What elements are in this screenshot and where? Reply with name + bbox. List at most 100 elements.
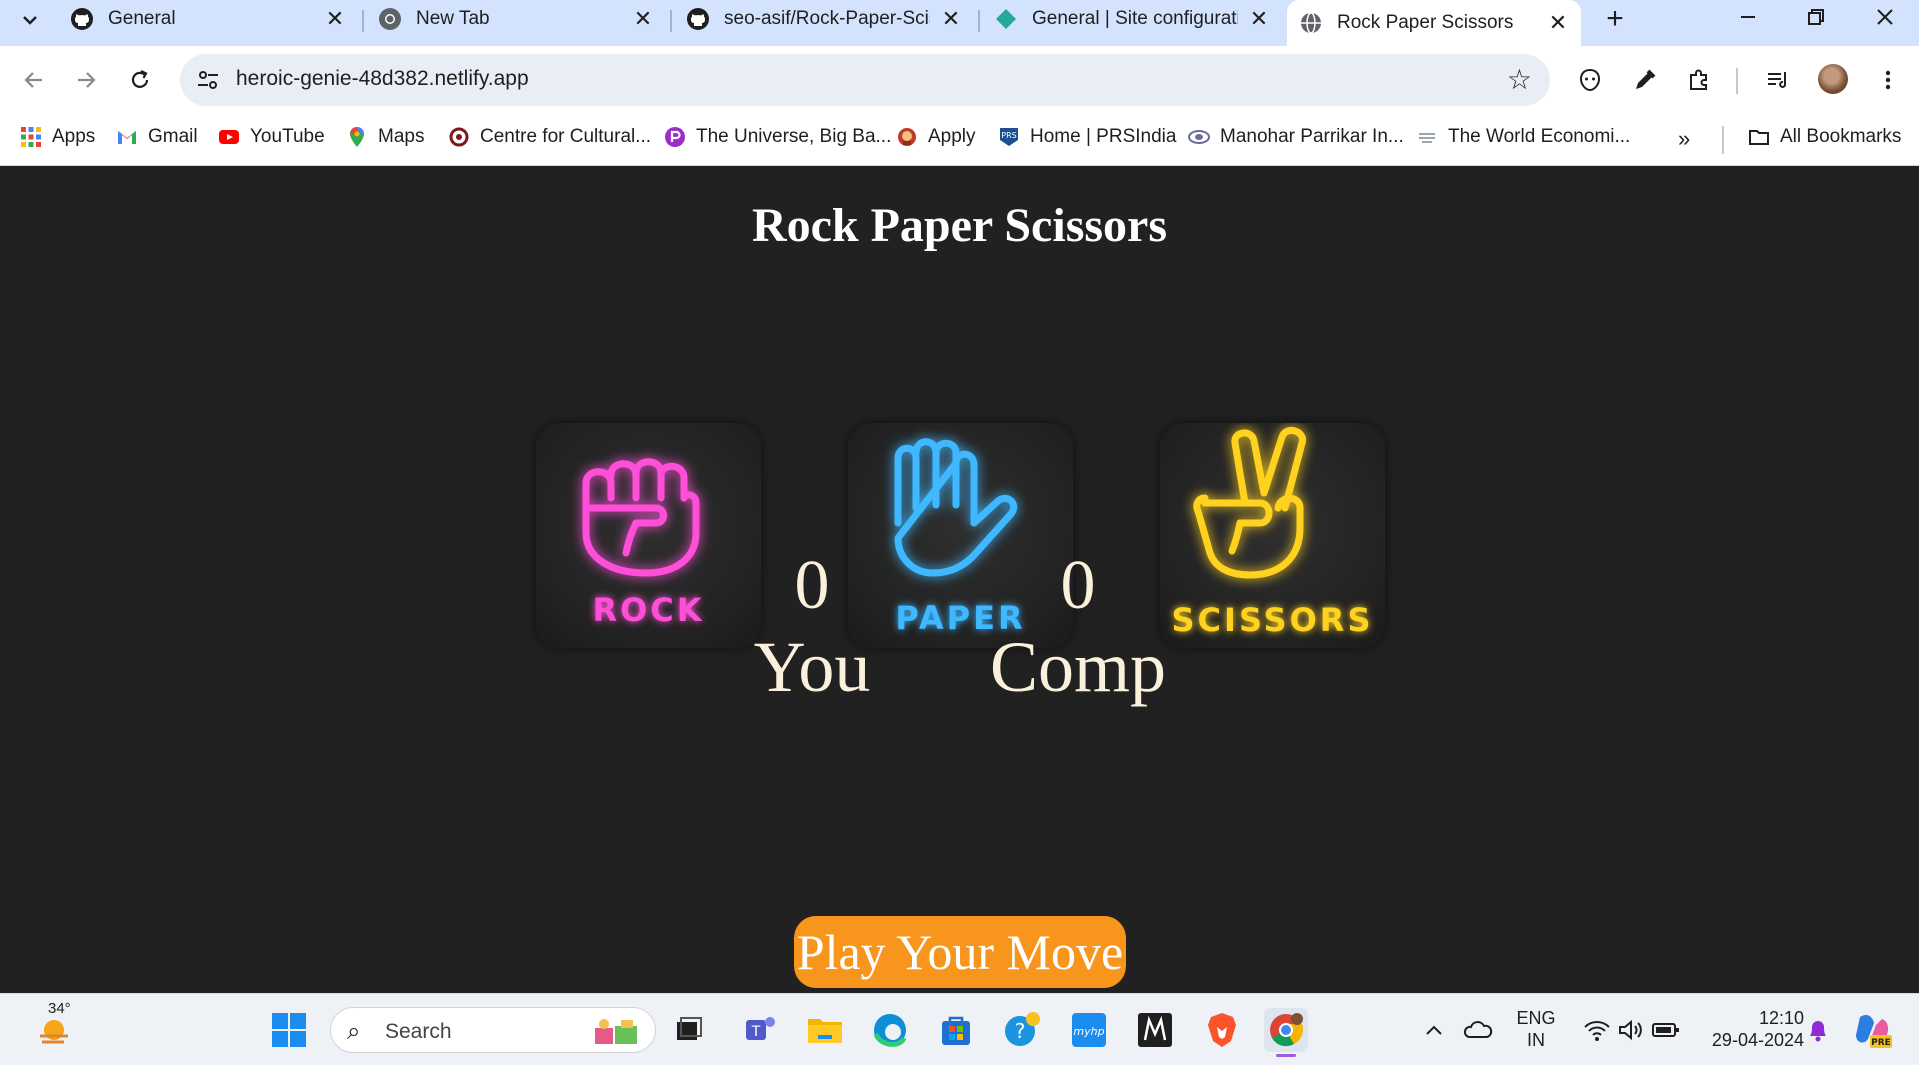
youtube-icon (219, 130, 239, 144)
github-icon (71, 8, 93, 30)
close-icon[interactable]: ✕ (324, 6, 346, 32)
onedrive-button[interactable] (1456, 1008, 1500, 1052)
more-bookmarks-button[interactable]: » (1678, 126, 1690, 152)
bookmark-youtube[interactable]: YouTube (218, 126, 325, 148)
netlify-icon (996, 9, 1016, 29)
close-icon[interactable]: ✕ (632, 6, 654, 32)
user-score-block: 0 You (712, 546, 912, 709)
windows-taskbar: 34° ⌕ Search T ? myhp ENG IN 12:10 29-04… (0, 993, 1919, 1065)
profile-avatar[interactable] (1818, 64, 1848, 94)
edge-button[interactable] (868, 1008, 912, 1052)
brave-lion-icon (1208, 1013, 1236, 1047)
eyedropper-icon (1636, 69, 1656, 89)
weather-widget[interactable]: 34° (24, 1000, 84, 1052)
teams-icon: T (746, 1017, 775, 1040)
playlist-icon (1768, 72, 1786, 88)
teams-button[interactable]: T (738, 1008, 782, 1052)
close-icon[interactable]: ✕ (1547, 10, 1569, 36)
bookmark-ccrt[interactable]: Centre for Cultural... (448, 126, 651, 148)
minimize-button[interactable] (1718, 0, 1778, 34)
task-view-button[interactable] (667, 1008, 711, 1052)
extensions-button[interactable] (1683, 64, 1715, 96)
forward-button[interactable] (66, 60, 106, 100)
language-indicator[interactable]: ENG IN (1508, 1007, 1564, 1051)
gmail-icon (118, 131, 136, 144)
tab-rock-paper-scissors[interactable]: Rock Paper Scissors ✕ (1287, 0, 1581, 46)
minimize-icon (1741, 16, 1755, 18)
myhp-icon: myhp (1072, 1013, 1106, 1047)
tab-search-button[interactable] (10, 4, 50, 36)
bookmark-wef[interactable]: The World Economi... (1416, 126, 1630, 148)
get-help-button[interactable]: ? (1000, 1008, 1044, 1052)
tab-general[interactable]: General ✕ (58, 0, 358, 38)
arrow-left-icon (24, 72, 42, 88)
language-line1: ENG (1516, 1008, 1556, 1028)
m-logo-icon (1138, 1013, 1172, 1047)
bookmark-idsa[interactable]: Manohar Parrikar In... (1188, 126, 1404, 148)
bookmark-apps[interactable]: Apps (20, 126, 95, 148)
start-button[interactable] (267, 1008, 311, 1052)
speaker-icon (1619, 1019, 1642, 1041)
apps-grid-icon (21, 127, 41, 147)
extension-toolbar-button[interactable] (1574, 64, 1606, 96)
bookmark-prsindia[interactable]: PRS Home | PRSIndia (998, 126, 1176, 148)
tab-title: seo-asif/Rock-Paper-Scis (724, 8, 930, 29)
all-bookmarks-button[interactable]: All Bookmarks (1748, 126, 1901, 148)
tab-github-repo[interactable]: seo-asif/Rock-Paper-Scis ✕ (674, 0, 974, 38)
bookmark-apply[interactable]: Apply (896, 126, 976, 148)
restore-icon (1808, 9, 1824, 25)
address-bar[interactable]: heroic-genie-48d382.netlify.app ☆ (180, 54, 1550, 106)
bell-icon (1810, 1021, 1826, 1042)
chrome-menu-button[interactable] (1872, 64, 1904, 96)
user-score-label: You (753, 627, 871, 707)
myhp-button[interactable]: myhp (1067, 1008, 1111, 1052)
bookmark-universe[interactable]: The Universe, Big Ba... (664, 126, 891, 148)
bookmark-label: YouTube (250, 126, 325, 147)
taskbar-search-box[interactable]: ⌕ Search (330, 1007, 656, 1053)
microsoft-store-button[interactable] (934, 1008, 978, 1052)
close-window-button[interactable] (1855, 0, 1915, 34)
bookmark-label: All Bookmarks (1780, 126, 1902, 147)
bookmark-label: Centre for Cultural... (480, 126, 652, 147)
mcafee-button[interactable] (1133, 1008, 1177, 1052)
eyedropper-button[interactable] (1629, 64, 1661, 96)
quick-settings-button[interactable] (1572, 1008, 1692, 1052)
scissors-choice-button[interactable]: SCISSORS (1160, 423, 1385, 648)
restore-button[interactable] (1786, 0, 1846, 34)
back-button[interactable] (14, 60, 54, 100)
notifications-button[interactable] (1796, 1008, 1840, 1052)
tab-new-tab[interactable]: New Tab ✕ (366, 0, 666, 38)
bookmarks-bar: Apps Gmail YouTube Maps Centre for Cultu… (0, 114, 1919, 166)
help-icon: ? (1005, 1012, 1040, 1046)
bookmark-star-icon[interactable]: ☆ (1507, 63, 1532, 96)
show-hidden-icons-button[interactable] (1412, 1008, 1456, 1052)
tab-title: General | Site configurati (1032, 8, 1238, 29)
edge-icon (873, 1014, 907, 1047)
chevron-down-icon (23, 16, 37, 25)
file-explorer-button[interactable] (803, 1008, 847, 1052)
bookmark-gmail[interactable]: Gmail (116, 126, 198, 148)
close-icon[interactable]: ✕ (1248, 6, 1270, 32)
more-vertical-icon (1885, 70, 1891, 90)
choice-label: SCISSORS (1171, 601, 1374, 639)
copilot-button[interactable]: PRE (1850, 1008, 1894, 1052)
media-control-button[interactable] (1762, 64, 1794, 96)
site-settings-icon (198, 71, 218, 89)
svg-text:?: ? (1015, 1019, 1026, 1043)
wef-icon (1419, 133, 1435, 143)
new-tab-button[interactable]: + (1597, 2, 1633, 36)
svg-text:PRS: PRS (1001, 131, 1016, 140)
brave-button[interactable] (1200, 1008, 1244, 1052)
github-icon (687, 8, 709, 30)
tab-netlify-config[interactable]: General | Site configurati ✕ (982, 0, 1282, 38)
chrome-taskbar-button[interactable] (1264, 1008, 1308, 1057)
folder-icon (808, 1019, 842, 1043)
bookmarks-divider (1722, 126, 1724, 154)
clock-time: 12:10 (1758, 1008, 1804, 1028)
close-icon[interactable]: ✕ (940, 6, 962, 32)
reload-button[interactable] (120, 60, 160, 100)
gift-boxes-icon (595, 1019, 637, 1044)
maps-icon (350, 127, 364, 147)
clock[interactable]: 12:10 29-04-2024 (1694, 1007, 1804, 1051)
bookmark-maps[interactable]: Maps (346, 126, 424, 148)
